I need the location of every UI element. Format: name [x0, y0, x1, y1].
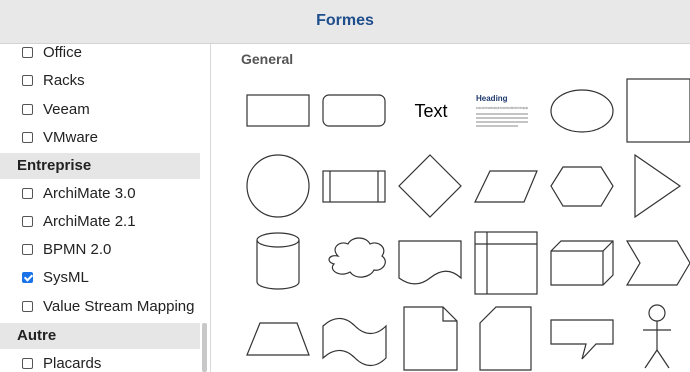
trapezoid-shape[interactable] [246, 322, 310, 356]
checkbox[interactable] [22, 244, 33, 255]
library-item-bpmn[interactable]: BPMN 2.0 [0, 238, 200, 264]
shape-grid: Text Heading Lorem ipsum dolor sit amet … [246, 78, 690, 371]
section-title: Autre [17, 327, 57, 344]
diamond-shape[interactable] [398, 154, 462, 218]
heading-shape-body: Lorem ipsum dolor sit amet consectetur a… [476, 106, 528, 110]
process-shape[interactable] [322, 170, 386, 203]
library-item-label: SysML [43, 269, 89, 286]
checkbox[interactable] [22, 104, 33, 115]
text-shape-label: Text [414, 101, 447, 121]
card-shape[interactable] [479, 306, 532, 371]
shape-library-list: Office Racks Veeam VMware Entreprise Arc… [0, 44, 211, 372]
checkbox[interactable] [22, 301, 33, 312]
step-shape[interactable] [625, 240, 690, 286]
checkbox[interactable] [22, 132, 33, 143]
cloud-shape[interactable] [328, 237, 386, 278]
triangle-shape[interactable] [634, 153, 682, 219]
library-item-archimate-3[interactable]: ArchiMate 3.0 [0, 182, 200, 208]
checkbox[interactable] [22, 188, 33, 199]
checkbox[interactable] [22, 47, 33, 58]
cube-shape[interactable] [550, 240, 614, 286]
document-shape[interactable] [398, 240, 462, 285]
checkbox[interactable] [22, 358, 33, 369]
section-header-autre[interactable]: Autre [0, 323, 200, 349]
library-item-label: Office [43, 44, 82, 61]
rectangle-shape[interactable] [246, 94, 310, 127]
checkbox[interactable] [22, 75, 33, 86]
sidebar-scrollbar[interactable] [202, 323, 207, 372]
panel-title: Formes [316, 12, 374, 29]
checkbox-checked[interactable] [22, 272, 33, 283]
callout-shape[interactable] [550, 319, 614, 360]
library-item-office[interactable]: Office [0, 44, 200, 67]
section-header-entreprise[interactable]: Entreprise [0, 153, 200, 179]
library-item-label: Racks [43, 72, 85, 89]
hexagon-shape[interactable] [550, 166, 614, 207]
library-item-label: ArchiMate 2.1 [43, 213, 136, 230]
library-item-label: VMware [43, 129, 99, 146]
library-item-veeam[interactable]: Veeam [0, 98, 200, 124]
library-item-label: Placards [43, 355, 102, 372]
shape-gallery: General Text Heading Lorem ipsum dolor s… [211, 44, 690, 372]
library-item-label: Veeam [43, 101, 90, 118]
note-shape[interactable] [403, 306, 458, 371]
library-item-archimate-2[interactable]: ArchiMate 2.1 [0, 210, 200, 236]
section-title: Entreprise [17, 157, 92, 174]
library-item-placards[interactable]: Placards [0, 352, 200, 372]
internal-storage-shape[interactable] [474, 231, 538, 295]
library-item-sysml[interactable]: SysML [0, 266, 200, 292]
square-shape[interactable] [626, 78, 690, 143]
circle-shape[interactable] [246, 154, 310, 218]
heading-text-shape[interactable]: Heading Lorem ipsum dolor sit amet conse… [476, 94, 528, 127]
panel-header: Formes [0, 0, 690, 44]
cylinder-shape[interactable] [256, 232, 300, 290]
rounded-rectangle-shape[interactable] [322, 94, 386, 127]
library-item-vmware[interactable]: VMware [0, 126, 200, 152]
library-item-label: ArchiMate 3.0 [43, 185, 136, 202]
library-item-value-stream-mapping[interactable]: Value Stream Mapping [0, 295, 200, 321]
ellipse-shape[interactable] [550, 89, 614, 133]
text-shape[interactable]: Text [414, 101, 447, 121]
library-item-label: Value Stream Mapping [43, 298, 195, 315]
library-item-label: BPMN 2.0 [43, 241, 112, 258]
actor-shape[interactable] [643, 304, 671, 369]
library-item-racks[interactable]: Racks [0, 69, 200, 95]
parallelogram-shape[interactable] [474, 170, 538, 203]
tape-shape[interactable] [322, 317, 387, 367]
heading-shape-title: Heading [476, 94, 508, 103]
checkbox[interactable] [22, 216, 33, 227]
